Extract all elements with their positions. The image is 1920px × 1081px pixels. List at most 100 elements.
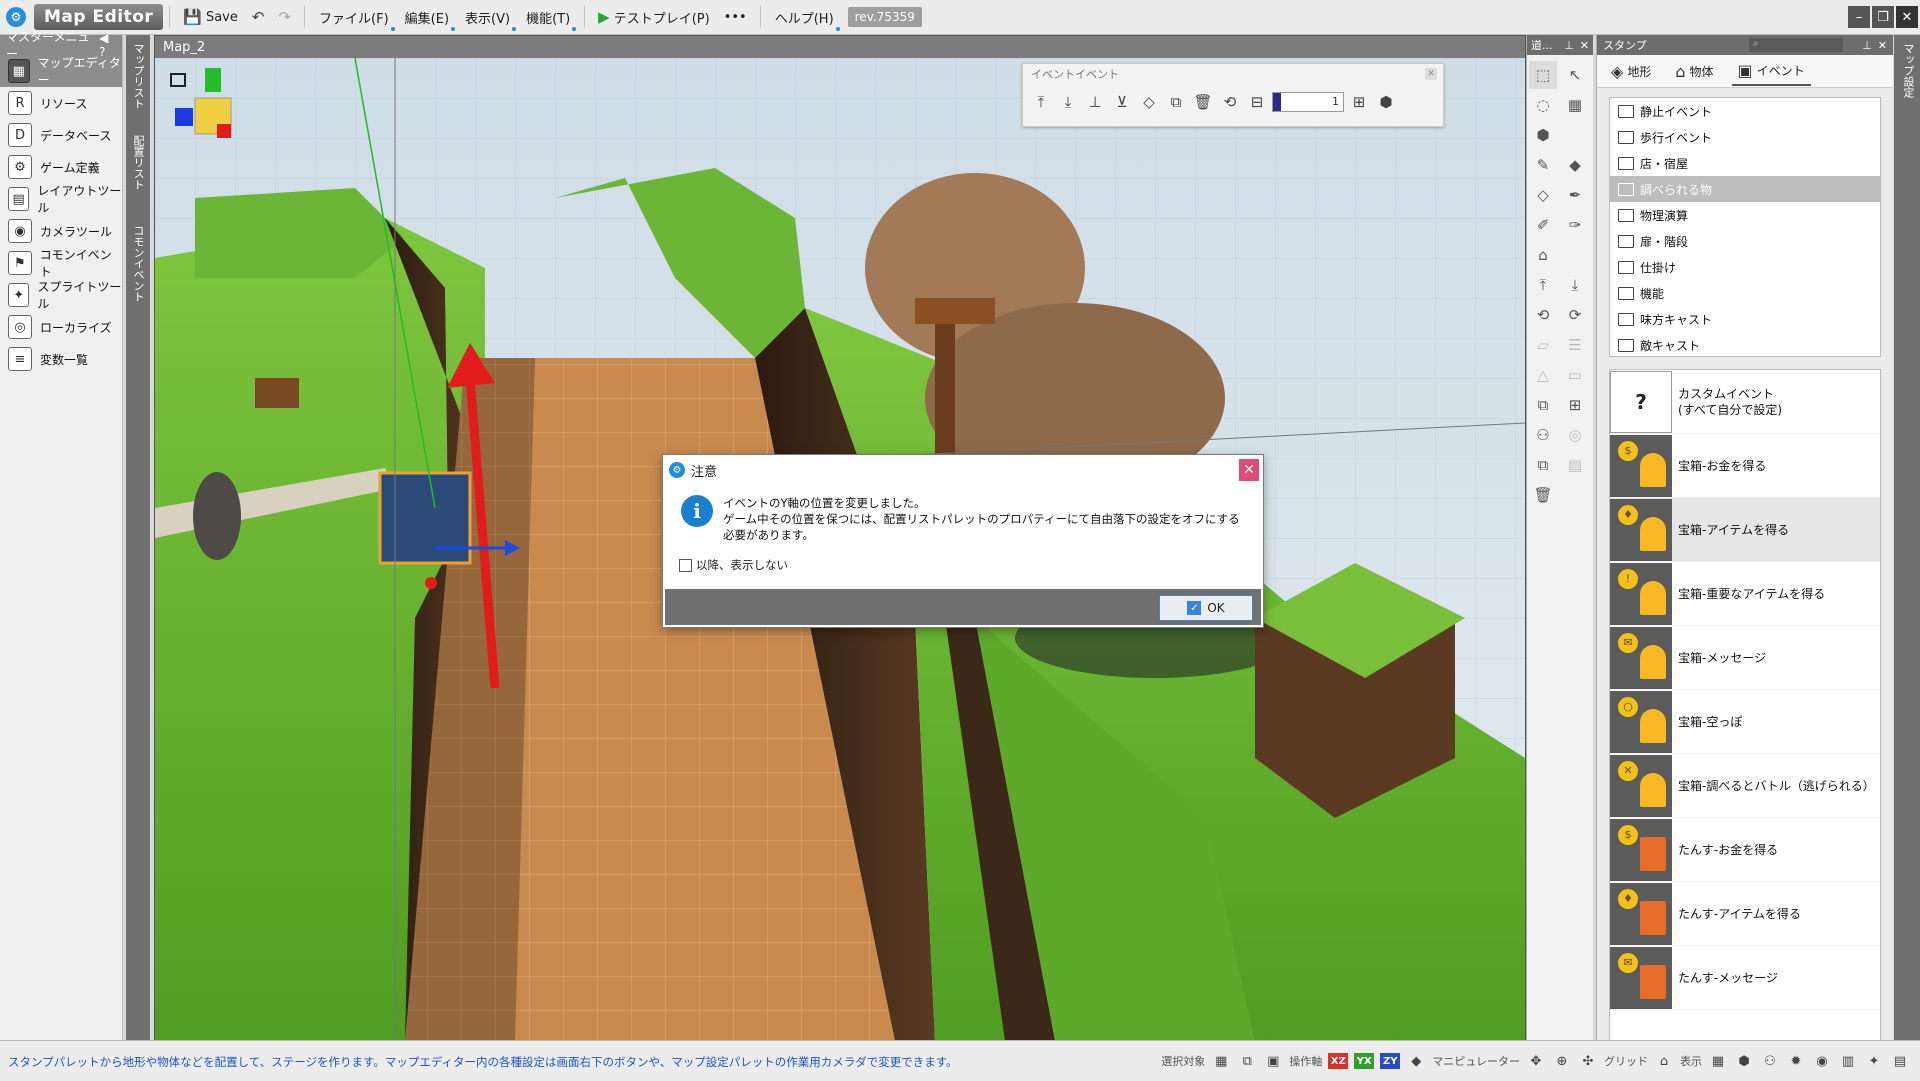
object-icon[interactable]: ⧉ <box>1237 1051 1257 1071</box>
master-menu-item[interactable]: ▦ マップエディター <box>0 55 122 87</box>
vtab-placement-list[interactable]: 配置リスト <box>130 135 146 190</box>
stamp-tab[interactable]: ▣ イベント <box>1731 57 1811 86</box>
grid-icon[interactable]: ▦ <box>1211 1051 1231 1071</box>
save-button[interactable]: 💾 Save <box>176 6 245 28</box>
stamp-item[interactable]: ○ 宝箱-空っぽ <box>1610 690 1880 754</box>
master-menu-item[interactable]: D データベース <box>0 119 122 151</box>
stamp-folder[interactable]: 扉・階段 <box>1610 228 1880 254</box>
select-icon[interactable]: ⬚ <box>1529 61 1557 89</box>
bucket-icon[interactable]: ◆ <box>1561 151 1589 179</box>
pencil-icon[interactable]: ✎ <box>1529 151 1557 179</box>
stamp-search-input[interactable]: ⌕ <box>1749 38 1843 52</box>
move-manipulator-icon[interactable]: ✥ <box>1526 1051 1546 1071</box>
eraser-icon[interactable]: ◆ <box>1406 1051 1426 1071</box>
grid-select-icon[interactable]: ▦ <box>1561 91 1589 119</box>
menu-file[interactable]: ファイル(F) <box>311 6 397 31</box>
display-camera-icon[interactable]: ◉ <box>1812 1051 1832 1071</box>
axis-zy-button[interactable]: ZY <box>1380 1053 1401 1069</box>
close-icon[interactable]: ✕ <box>1580 39 1589 52</box>
stamp-item[interactable]: ! 宝箱-重要なアイテムを得る <box>1610 562 1880 626</box>
floor-icon[interactable]: ⊥ <box>1083 90 1107 114</box>
flip-icon[interactable]: ⟳ <box>1561 301 1589 329</box>
stamp-folder[interactable]: 機能 <box>1610 280 1880 306</box>
stamp-item[interactable]: ♦ 宝箱-アイテムを得る <box>1610 498 1880 562</box>
stamp-folder[interactable]: 物理演算 <box>1610 202 1880 228</box>
lower-icon[interactable]: ⤓ <box>1561 271 1589 299</box>
vtab-map-list[interactable]: マップリスト <box>130 43 146 109</box>
stamp-folder[interactable]: 味方キャスト <box>1610 306 1880 332</box>
blank-icon[interactable] <box>1561 121 1589 149</box>
minus-icon[interactable]: ⊟ <box>1245 90 1269 114</box>
close-icon[interactable]: ✕ <box>1878 39 1887 52</box>
layer-icon[interactable]: ⬢ <box>1374 90 1398 114</box>
plane-icon[interactable]: ▱ <box>1529 331 1557 359</box>
trash-icon[interactable]: 🗑 <box>1529 481 1557 509</box>
master-menu-item[interactable]: ≡ 変数一覧 <box>0 343 122 375</box>
master-menu-item[interactable]: R リソース <box>0 87 122 119</box>
dont-show-again-option[interactable]: 以降、表示しない <box>663 543 1263 573</box>
redo-button[interactable]: ↷ <box>271 6 298 28</box>
master-menu-item[interactable]: ▤ レイアウトツール <box>0 183 122 215</box>
close-icon[interactable]: ✕ <box>1896 6 1918 28</box>
blank-icon[interactable] <box>1561 241 1589 269</box>
display-grid-icon[interactable]: ▦ <box>1708 1051 1728 1071</box>
close-icon[interactable]: ✕ <box>1425 68 1437 80</box>
stamp-item[interactable]: ? カスタムイベント (すべて自分で設定) <box>1610 370 1880 434</box>
dont-show-again-checkbox[interactable] <box>679 558 692 572</box>
pin-icon[interactable]: ⊥ <box>1564 39 1574 52</box>
menu-edit[interactable]: 編集(E) <box>397 6 457 31</box>
stamp-folder[interactable]: 敵キャスト <box>1610 332 1880 356</box>
scale-manipulator-icon[interactable]: ✣ <box>1578 1051 1598 1071</box>
stamp-tab[interactable]: ⌂ 物体 <box>1669 58 1719 85</box>
rotate-icon[interactable]: ⟲ <box>1218 90 1242 114</box>
stack-icon[interactable]: ☰ <box>1561 331 1589 359</box>
stamp-item[interactable]: $ たんす-お金を得る <box>1610 818 1880 882</box>
house-icon[interactable]: ⌂ <box>1529 241 1557 269</box>
rotate-icon[interactable]: ⟲ <box>1529 301 1557 329</box>
paste-icon[interactable]: ▤ <box>1561 451 1589 479</box>
vtab-map-settings[interactable]: マップ設定 <box>1900 43 1916 98</box>
display-object-icon[interactable]: ⬢ <box>1734 1051 1754 1071</box>
split-icon[interactable]: ⊞ <box>1561 391 1589 419</box>
lower-icon[interactable]: ⤓ <box>1056 90 1080 114</box>
stamp-item[interactable]: ♦ たんす-アイテムを得る <box>1610 882 1880 946</box>
stamp-item[interactable]: $ 宝箱-お金を得る <box>1610 434 1880 498</box>
box-icon[interactable]: ▭ <box>1561 361 1589 389</box>
menu-tools[interactable]: 機能(T) <box>518 6 578 31</box>
grid-toggle-icon[interactable]: ⌂ <box>1654 1051 1674 1071</box>
stamp-item[interactable]: ✕ 宝箱-調べるとバトル（逃げられる） <box>1610 754 1880 818</box>
stamp-item[interactable]: ✉ たんす-メッセージ <box>1610 946 1880 1010</box>
ok-button[interactable]: ✓ OK <box>1159 595 1253 621</box>
vtab-common-event[interactable]: コモンイベント <box>130 225 146 302</box>
eyedropper-icon[interactable]: ✒ <box>1561 181 1589 209</box>
dialog-close-button[interactable]: ✕ <box>1239 459 1259 481</box>
smudge-icon[interactable]: ✑ <box>1561 211 1589 239</box>
master-menu-item[interactable]: ◎ ローカライズ <box>0 311 122 343</box>
undo-button[interactable]: ↶ <box>245 6 272 28</box>
display-layer-icon[interactable]: ▤ <box>1890 1051 1910 1071</box>
display-collision-icon[interactable]: ✦ <box>1864 1051 1884 1071</box>
master-menu-item[interactable]: ⚙ ゲーム定義 <box>0 151 122 183</box>
merge-icon[interactable]: ⧉ <box>1529 391 1557 419</box>
restore-icon[interactable]: ❐ <box>1872 6 1894 28</box>
stamp-folder[interactable]: 仕掛け <box>1610 254 1880 280</box>
stamp-folder[interactable]: 店・宿屋 <box>1610 150 1880 176</box>
master-menu-item[interactable]: ✦ スプライトツール <box>0 279 122 311</box>
display-light-icon[interactable]: ✹ <box>1786 1051 1806 1071</box>
viewport-tab[interactable]: Map_2 <box>155 36 1525 58</box>
plus-icon[interactable]: ⊞ <box>1347 90 1371 114</box>
copy-icon[interactable]: ⧉ <box>1529 451 1557 479</box>
more-button[interactable]: ••• <box>717 8 754 27</box>
pointer-icon[interactable]: ↖ <box>1561 61 1589 89</box>
raise-icon[interactable]: ⤒ <box>1529 271 1557 299</box>
stamp-folder[interactable]: 静止イベント <box>1610 98 1880 124</box>
stamp-tab[interactable]: ◈ 地形 <box>1605 58 1657 85</box>
event-icon[interactable]: ▣ <box>1263 1051 1283 1071</box>
axis-yx-button[interactable]: YX <box>1354 1053 1375 1069</box>
menu-view[interactable]: 表示(V) <box>457 6 518 31</box>
target-icon[interactable]: ◎ <box>1561 421 1589 449</box>
snap-ground-icon[interactable]: ⊻ <box>1110 90 1134 114</box>
display-event-icon[interactable]: ⚇ <box>1760 1051 1780 1071</box>
stamp-item[interactable]: ✉ 宝箱-メッセージ <box>1610 626 1880 690</box>
stamp-icon[interactable]: ⚇ <box>1529 421 1557 449</box>
